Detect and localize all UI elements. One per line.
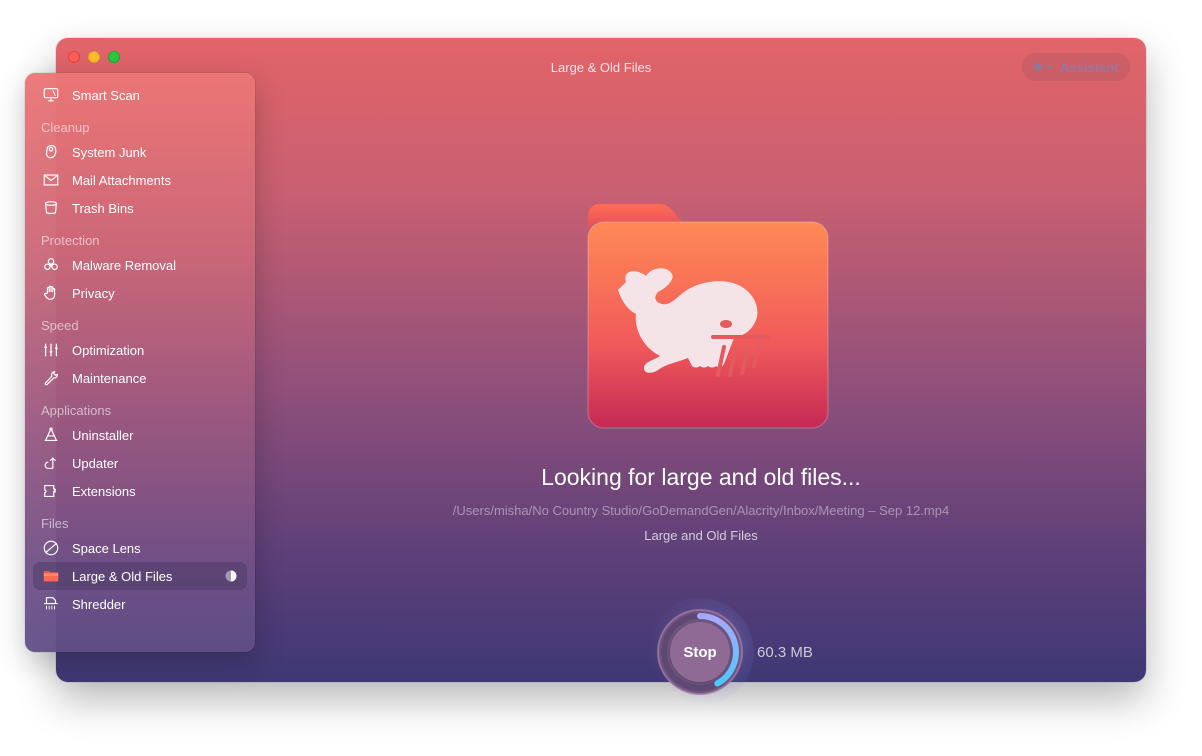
whale-folder-icon [587,204,829,429]
sidebar-section-speed: Speed [41,318,79,333]
assistant-dot-icon [1034,63,1042,71]
update-arrow-icon [41,453,61,473]
sidebar-item-label: Shredder [72,596,126,612]
assistant-dot-small-icon [1047,65,1051,69]
sidebar-item-label: Malware Removal [72,257,177,273]
sidebar-item-uninstaller[interactable]: Uninstaller [33,421,247,449]
sidebar-item-label: Maintenance [72,370,147,386]
sidebar-section-cleanup: Cleanup [41,120,90,135]
sidebar-item-large-old-files[interactable]: Large & Old Files [33,562,247,590]
sliders-icon [41,340,61,360]
sidebar: Smart Scan Cleanup System Junk Mail Atta… [25,73,255,652]
sidebar-item-label: Updater [72,455,119,471]
sidebar-item-label: Smart Scan [72,87,140,103]
sidebar-section-files: Files [41,516,69,531]
planet-icon [41,538,61,558]
sidebar-item-privacy[interactable]: Privacy [33,279,247,307]
assistant-label: Assistant [1060,59,1119,75]
puzzle-icon [41,481,61,501]
sidebar-item-label: Extensions [72,483,136,499]
folder-icon [41,566,61,586]
sidebar-item-label: Large & Old Files [72,568,173,584]
scan-status-headline: Looking for large and old files... [541,464,861,490]
module-subtitle: Large and Old Files [644,528,758,543]
sidebar-item-smart-scan[interactable]: Smart Scan [33,81,247,109]
biohazard-icon [41,255,61,275]
sidebar-item-space-lens[interactable]: Space Lens [33,534,247,562]
sidebar-item-label: Uninstaller [72,427,134,443]
system-junk-icon [41,142,61,162]
sidebar-item-label: Space Lens [72,540,141,556]
sidebar-section-applications: Applications [41,403,112,418]
assistant-button[interactable]: Assistant [1022,53,1130,81]
shredder-icon [41,594,61,614]
envelope-icon [41,170,61,190]
sidebar-item-label: Optimization [72,342,145,358]
half-pie-icon [225,570,237,582]
hand-icon [41,283,61,303]
uninstaller-icon [41,425,61,445]
sidebar-item-shredder[interactable]: Shredder [33,590,247,618]
stop-button[interactable]: Stop [670,622,730,682]
sidebar-item-malware-removal[interactable]: Malware Removal [33,251,247,279]
sidebar-item-updater[interactable]: Updater [33,449,247,477]
sidebar-item-maintenance[interactable]: Maintenance [33,364,247,392]
sidebar-item-label: System Junk [72,144,147,160]
sidebar-item-trash-bins[interactable]: Trash Bins [33,194,247,222]
sidebar-item-label: Mail Attachments [72,172,171,188]
stop-control: Stop [646,598,754,706]
sidebar-item-system-junk[interactable]: System Junk [33,138,247,166]
trash-bin-icon [41,198,61,218]
sidebar-item-optimization[interactable]: Optimization [33,336,247,364]
sidebar-item-label: Trash Bins [72,200,134,216]
monitor-icon [41,85,61,105]
sidebar-item-extensions[interactable]: Extensions [33,477,247,505]
current-file-path: /Users/misha/No Country Studio/GoDemandG… [452,503,950,518]
sidebar-item-mail-attachments[interactable]: Mail Attachments [33,166,247,194]
sidebar-item-label: Privacy [72,285,115,301]
sidebar-section-protection: Protection [41,233,100,248]
wrench-icon [41,368,61,388]
found-size-label: 60.3 MB [757,644,813,661]
